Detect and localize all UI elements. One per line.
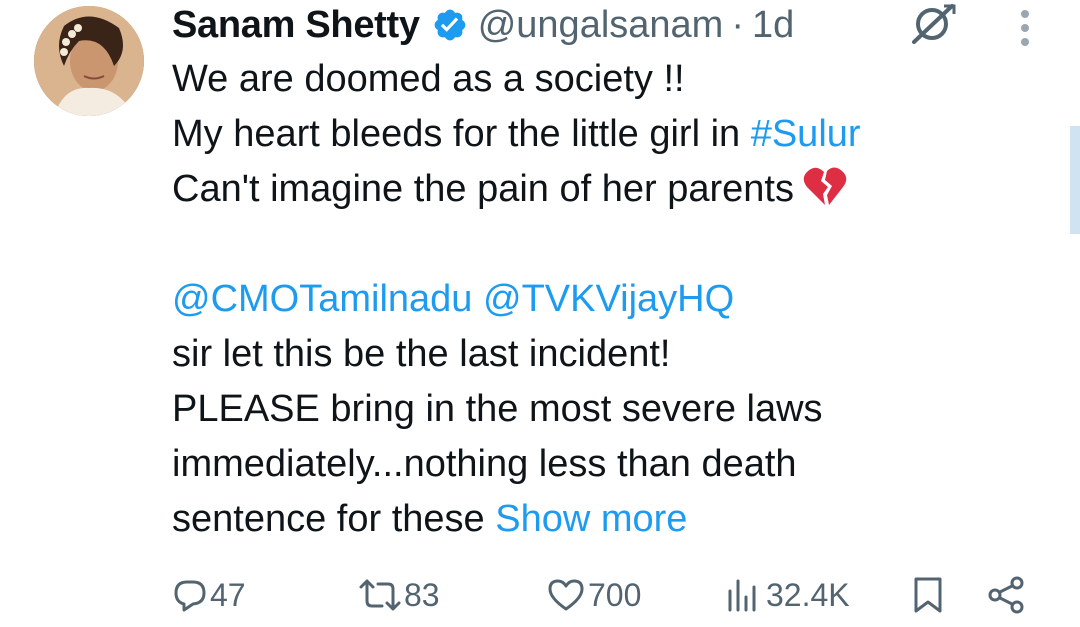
like-button[interactable]: 700 [546,570,641,620]
tweet-header: Sanam Shetty @ungalsanam · 1d [172,2,794,48]
scrollbar[interactable] [1070,126,1080,234]
tweet-text: We are doomed as a society !! My heart b… [172,52,1052,547]
repost-icon [358,577,402,613]
reply-count: 47 [210,576,246,613]
bookmark-button[interactable] [910,570,946,620]
tweet-line-5: sir let this be the last incident! [172,333,671,375]
show-more-link[interactable]: Show more [495,498,687,540]
tweet-line: sir let this be the last incident! [172,327,1052,382]
repost-button[interactable]: 83 [358,570,440,620]
tweet-line: We are doomed as a society !! [172,52,1052,107]
more-options-icon[interactable] [1012,8,1038,48]
hashtag-link[interactable]: #Sulur [751,113,861,155]
tweet-line: PLEASE bring in the most severe laws [172,382,1052,437]
separator-dot: · [731,3,744,46]
views-icon [724,577,764,613]
views-count: 32.4K [766,576,850,613]
tweet-line: My heart bleeds for the little girl in #… [172,107,1052,162]
broken-heart-emoji [802,163,848,209]
tweet-card[interactable]: Sanam Shetty @ungalsanam · 1d We are doo… [0,0,1080,627]
bookmark-icon [910,575,946,615]
timestamp[interactable]: 1d [752,4,794,47]
mention-link-tvk[interactable]: @TVKVijayHQ [483,278,734,320]
tweet-line: @CMOTamilnadu @TVKVijayHQ [172,272,1052,327]
avatar[interactable] [34,6,144,116]
verified-badge-icon[interactable] [432,7,468,43]
author-name[interactable]: Sanam Shetty [172,4,420,47]
share-icon [986,575,1026,615]
tweet-line-2: My heart bleeds for the little girl in [172,113,751,155]
tweet-line-8: sentence for these [172,498,496,540]
tweet-line: sentence for these Show more [172,492,1052,547]
tweet-line: immediately...nothing less than death [172,437,1052,492]
tweet-line-7: immediately...nothing less than death [172,443,797,485]
reply-icon [172,577,208,613]
action-bar: 47 83 700 32.4K [172,570,1032,620]
repost-count: 83 [404,576,440,613]
mention-link-cmo[interactable]: @CMOTamilnadu [172,278,472,320]
tweet-line-6: PLEASE bring in the most severe laws [172,388,823,430]
like-icon [546,577,586,613]
share-button[interactable] [986,570,1026,620]
views-button[interactable]: 32.4K [724,570,850,620]
reply-button[interactable]: 47 [172,570,246,620]
grok-icon[interactable] [908,2,958,46]
tweet-line-3: Can't imagine the pain of her parents [172,168,794,210]
tweet-line: Can't imagine the pain of her parents [172,162,1052,217]
author-handle[interactable]: @ungalsanam [478,4,724,47]
like-count: 700 [588,576,642,613]
tweet-line-1: We are doomed as a society !! [172,58,685,100]
